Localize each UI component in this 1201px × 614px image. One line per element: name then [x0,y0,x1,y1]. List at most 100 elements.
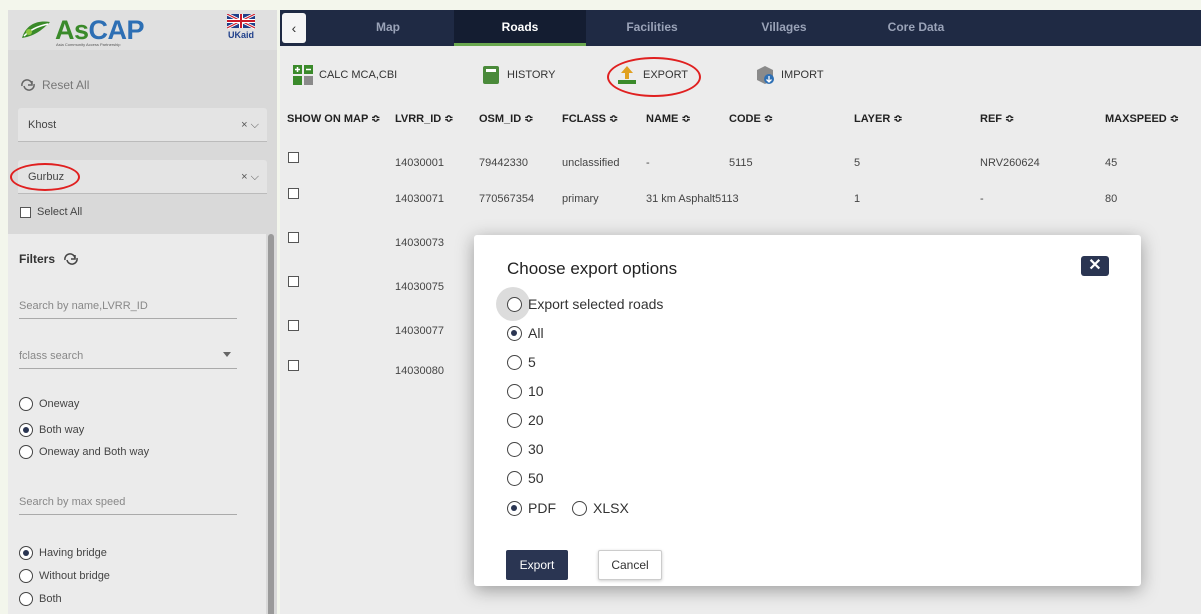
chevron-down-icon[interactable]: ⌵ [251,119,259,131]
tab-roads[interactable]: Roads [454,10,586,46]
leaf-logo-icon [22,21,50,38]
radio-both-way[interactable]: Both way [19,423,84,437]
cell-osm-id: 770567354 [479,193,535,205]
option-20[interactable]: 20 [507,412,544,428]
fclass-placeholder: fclass search [19,350,84,362]
export-submit-button[interactable]: Export [506,550,568,580]
calc-mca-cbi-button[interactable]: CALC MCA,CBI [292,64,397,86]
tab-villages[interactable]: Villages [718,10,850,46]
fclass-search-input[interactable]: fclass search [19,350,237,369]
toolbar: CALC MCA,CBI HISTORY EXPORT IMPORT [280,56,1201,96]
radio-both-bridge[interactable]: Both [19,592,62,606]
radio-selected-icon[interactable] [19,423,33,437]
checkbox-icon[interactable] [20,206,31,218]
col-osm-id[interactable]: OSM_ID ≎ [479,112,533,125]
col-fclass[interactable]: FCLASS ≎ [562,112,618,125]
cell-lvrr-id: 14030071 [395,193,444,205]
ascap-logo[interactable]: AsCAP [20,16,145,44]
radio-oneway[interactable]: Oneway [19,397,79,411]
radio-icon[interactable] [572,500,587,516]
clear-icon[interactable]: × [241,171,247,183]
table-row[interactable]: 14030001 79442330 unclassified - 5115 5 … [280,146,1201,182]
radio-without-bridge[interactable]: Without bridge [19,569,110,583]
reset-all-button[interactable]: Reset All [20,78,89,92]
radio-selected-icon[interactable] [507,325,522,341]
tab-map[interactable]: Map [322,10,454,46]
option-label: Export selected roads [528,296,664,312]
row-checkbox[interactable] [288,232,299,243]
col-maxspeed[interactable]: MAXSPEED ≎ [1105,112,1179,125]
col-show-on-map[interactable]: SHOW ON MAP ≎ [287,112,380,125]
refresh-filters-icon[interactable] [63,253,79,265]
table-row[interactable]: 14030071 770567354 primary 31 km Asphalt… [280,182,1201,218]
cell-lvrr-id: 14030073 [395,237,444,249]
max-speed-input[interactable]: Search by max speed [19,496,237,515]
option-50[interactable]: 50 [507,470,544,486]
radio-icon[interactable] [507,296,522,312]
province-select[interactable]: Khost × ⌵ [18,108,267,142]
tab-bar: ‹ Map Roads Facilities Villages Core Dat… [280,10,1201,46]
radio-oneway-and-both[interactable]: Oneway and Both way [19,445,149,459]
tab-facilities[interactable]: Facilities [586,10,718,46]
radio-icon[interactable] [19,592,33,606]
format-pdf[interactable]: PDF [507,500,556,516]
col-name[interactable]: NAME ≎ [646,112,691,125]
radio-having-bridge[interactable]: Having bridge [19,546,107,560]
cell-maxspeed: 45 [1105,157,1118,169]
clear-icon[interactable]: × [241,119,247,131]
option-30[interactable]: 30 [507,441,544,457]
tab-core-data[interactable]: Core Data [850,10,982,46]
select-all-label: Select All [37,206,83,218]
reset-all-label: Reset All [42,78,90,92]
history-button[interactable]: HISTORY [480,64,556,86]
row-checkbox[interactable] [288,360,299,371]
option-10[interactable]: 10 [507,383,544,399]
radio-icon[interactable] [507,383,522,399]
cell-lvrr-id: 14030080 [395,365,444,377]
col-code[interactable]: CODE ≎ [729,112,773,125]
collapse-sidebar-button[interactable]: ‹ [282,13,306,43]
sidebar: AsCAP Asia Community Access Partnership … [8,10,277,614]
select-all-checkbox[interactable]: Select All [20,206,82,218]
cancel-button[interactable]: Cancel [598,550,662,580]
row-checkbox[interactable] [288,276,299,287]
calc-label: CALC MCA,CBI [319,69,398,81]
col-layer[interactable]: LAYER ≎ [854,112,903,125]
cell-layer: 1 [854,193,861,205]
radio-icon[interactable] [507,412,522,428]
chevron-down-icon[interactable]: ⌵ [251,171,259,183]
row-checkbox[interactable] [288,152,299,163]
row-checkbox[interactable] [288,188,299,199]
search-name-input[interactable]: Search by name,LVRR_ID [19,300,237,319]
cell-lvrr-id: 14030001 [395,157,444,169]
format-xlsx[interactable]: XLSX [572,500,629,516]
export-options-dialog: Choose export options ✕ Export selected … [474,235,1141,586]
cell-ref: - [980,193,984,205]
radio-selected-icon[interactable] [507,500,522,516]
option-5[interactable]: 5 [507,354,536,370]
cell-code: 5113 [715,193,739,205]
radio-label: Oneway [39,398,80,410]
sidebar-scrollbar[interactable] [268,234,274,614]
option-all[interactable]: All [507,325,544,341]
option-label: 10 [528,383,544,399]
close-button[interactable]: ✕ [1081,256,1109,276]
dropdown-arrow-icon[interactable] [223,352,231,357]
radio-icon[interactable] [507,470,522,486]
radio-icon[interactable] [19,397,33,411]
filters-title: Filters [19,252,56,266]
radio-selected-icon[interactable] [19,546,33,560]
option-label: 5 [528,354,536,370]
import-button[interactable]: IMPORT [754,64,824,86]
cell-maxspeed: 80 [1105,193,1118,205]
radio-icon[interactable] [507,441,522,457]
ukaid-logo-icon: UKaid [227,14,255,40]
radio-icon[interactable] [19,445,33,459]
radio-icon[interactable] [507,354,522,370]
option-export-selected[interactable]: Export selected roads [507,296,663,312]
col-lvrr-id[interactable]: LVRR_ID ≎ [395,112,454,125]
row-checkbox[interactable] [288,320,299,331]
radio-icon[interactable] [19,569,33,583]
col-ref[interactable]: REF ≎ [980,112,1014,125]
format-label: XLSX [593,500,629,516]
